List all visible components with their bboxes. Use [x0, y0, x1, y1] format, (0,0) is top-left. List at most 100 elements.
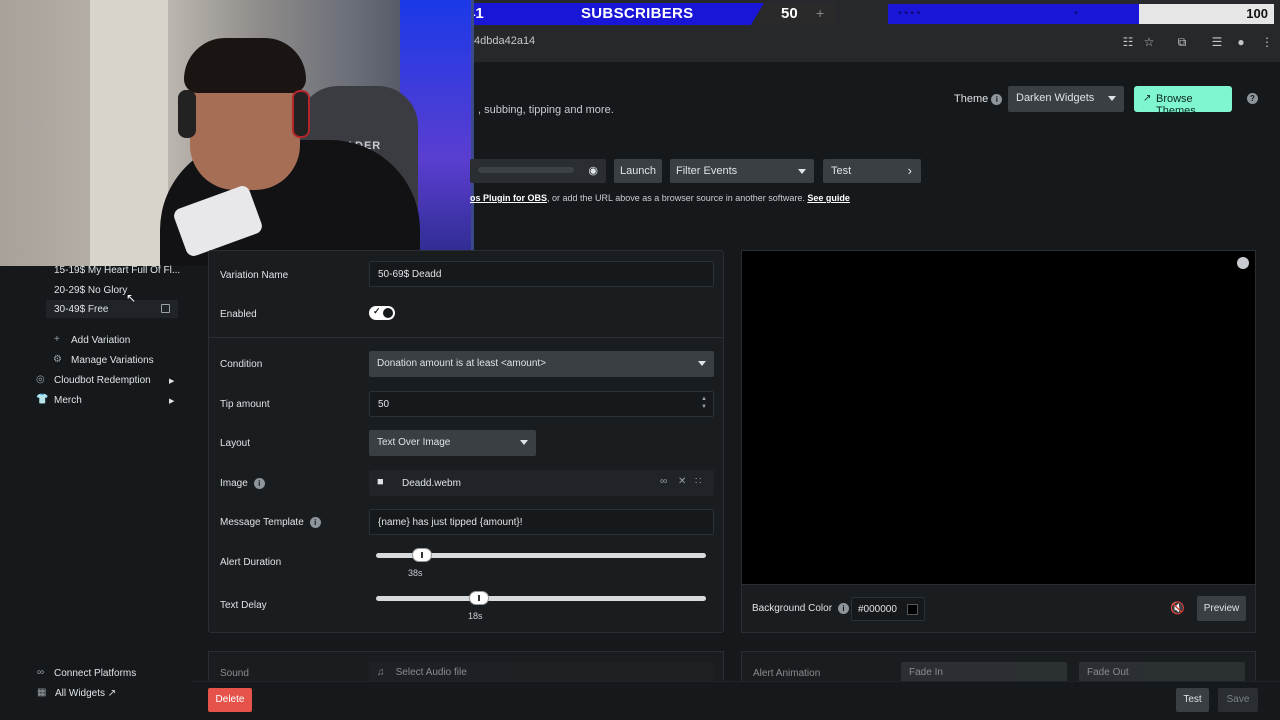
- see-guide-link[interactable]: See guide: [807, 193, 850, 203]
- add-variation-link[interactable]: Add Variation: [71, 335, 130, 346]
- image-label: Image i: [220, 478, 265, 489]
- condition-label: Condition: [220, 359, 263, 370]
- all-widgets-link[interactable]: All Widgets ↗: [55, 688, 116, 699]
- info-icon[interactable]: i: [309, 517, 321, 528]
- layout-select[interactable]: Text Over Image: [369, 430, 536, 456]
- obs-plugin-link[interactable]: os Plugin for OBS: [470, 193, 547, 203]
- toggle-knob: [383, 308, 393, 318]
- background-color-value: #000000: [858, 604, 897, 615]
- donation-goal-target: 100: [1246, 6, 1268, 21]
- alert-duration-slider[interactable]: [376, 549, 706, 561]
- tip-amount-input[interactable]: 50 ▲ ▼: [369, 391, 714, 417]
- variation-item-1[interactable]: 15-19$ My Heart Full Of Fl...: [54, 265, 180, 276]
- text-delay-slider[interactable]: [376, 592, 706, 604]
- test-dropdown-button[interactable]: Test ›: [823, 159, 921, 183]
- preview-settings-icon[interactable]: [1237, 257, 1249, 269]
- file-icon: ■: [377, 476, 384, 488]
- enabled-toggle[interactable]: ✓: [369, 306, 395, 320]
- browse-themes-label: Browse Themes: [1156, 93, 1196, 117]
- launch-button[interactable]: Launch: [614, 159, 662, 183]
- theme-label: Theme i: [954, 93, 1003, 105]
- background-color-label: Background Color i: [752, 603, 850, 614]
- all-widgets-label: All Widgets: [55, 688, 106, 699]
- chevron-down-icon: [520, 440, 528, 445]
- color-swatch[interactable]: [907, 604, 918, 615]
- variation-item-2[interactable]: 20-29$ No Glory: [54, 285, 127, 296]
- duplicate-icon[interactable]: [161, 304, 170, 313]
- chevron-down-icon: [798, 169, 806, 174]
- layout-label: Layout: [220, 438, 251, 449]
- obs-guide-body: , or add the URL above as a browser sour…: [547, 193, 805, 203]
- variation-settings-panel: Variation Name 50-69$ Deadd Enabled ✓ Co…: [208, 250, 724, 633]
- browser-menu-icon[interactable]: ⋮: [1259, 34, 1275, 50]
- message-template-label-text: Message Template: [220, 517, 304, 529]
- address-bar[interactable]: 4dbda42a14: [466, 30, 1280, 54]
- extensions-icon[interactable]: ⧉: [1174, 34, 1190, 50]
- streamer-hair: [184, 38, 306, 93]
- alert-animation-label: Alert Animation: [753, 668, 821, 679]
- cloudbot-icon: ◎: [36, 374, 45, 385]
- caret-right-icon: ▶: [169, 398, 175, 405]
- donation-goal-fill: [888, 4, 1139, 24]
- music-icon: ♫: [377, 667, 385, 678]
- manage-variations-link[interactable]: Manage Variations: [71, 355, 154, 366]
- chevron-down-icon: [698, 361, 706, 366]
- subscriber-goal-bar: 41 SUBSCRIBERS 50 +: [436, 3, 836, 25]
- browse-themes-button[interactable]: ↗ Browse Themes: [1134, 86, 1232, 117]
- preview-controls: Background Color i #000000 🔇 Preview: [741, 585, 1256, 633]
- theme-info-icon[interactable]: i: [991, 94, 1003, 105]
- eye-icon[interactable]: ◉: [588, 164, 598, 177]
- external-link-icon: ↗: [1143, 93, 1152, 104]
- connect-platforms-link[interactable]: Connect Platforms: [54, 668, 136, 679]
- stepper-arrows-icon[interactable]: ▲ ▼: [701, 395, 707, 411]
- theme-select[interactable]: Darken Widgets: [1008, 86, 1124, 112]
- test-label: Test: [831, 165, 852, 177]
- headphone-right: [292, 90, 310, 138]
- preview-button[interactable]: Preview: [1197, 596, 1246, 621]
- sound-label: Sound: [220, 668, 249, 679]
- image-file-field[interactable]: ■ Deadd.webm ∞ ✕ ∷: [369, 470, 714, 496]
- variation-name-input[interactable]: 50-69$ Deadd: [369, 261, 714, 287]
- filter-events-select[interactable]: Filter Events: [670, 159, 814, 183]
- close-icon[interactable]: ✕: [678, 476, 686, 487]
- headphone-left: [178, 90, 196, 138]
- fade-out-select[interactable]: Fade Out: [1079, 662, 1245, 681]
- sidebar-item-merch[interactable]: Merch: [54, 395, 82, 406]
- fade-in-select[interactable]: Fade In: [901, 662, 1067, 681]
- donation-goal-glyph-left: • • • •: [898, 8, 921, 19]
- drag-handle-icon[interactable]: ∷: [695, 476, 701, 487]
- translate-icon[interactable]: ☷: [1120, 34, 1136, 50]
- bookmark-star-icon[interactable]: ☆: [1141, 34, 1157, 50]
- subscriber-plus-icon: +: [816, 5, 825, 21]
- variation-item-3[interactable]: 30-49$ Free: [54, 304, 108, 315]
- webcam-door: [90, 0, 168, 266]
- save-button[interactable]: Save: [1218, 688, 1258, 712]
- profile-avatar-icon[interactable]: ●: [1233, 34, 1249, 50]
- sound-section: Sound ♫ Select Audio file: [208, 651, 724, 681]
- chevron-down-icon: [1108, 96, 1116, 101]
- subscriber-goal-label: SUBSCRIBERS: [581, 5, 694, 22]
- delete-button[interactable]: Delete: [208, 688, 252, 712]
- mouse-cursor-icon: ↖: [126, 291, 137, 305]
- widget-url-field[interactable]: ◉: [470, 159, 606, 183]
- check-icon: ✓: [373, 306, 381, 316]
- help-icon[interactable]: ?: [1247, 93, 1258, 104]
- message-template-label: Message Template i: [220, 517, 321, 528]
- text-delay-slider-thumb[interactable]: [469, 592, 488, 604]
- sidebar-item-cloudbot-redemption[interactable]: Cloudbot Redemption: [54, 375, 151, 386]
- mute-icon[interactable]: 🔇: [1170, 601, 1185, 615]
- enabled-label: Enabled: [220, 309, 257, 320]
- chevron-right-icon: ›: [907, 163, 912, 178]
- info-icon[interactable]: i: [838, 603, 850, 614]
- alert-duration-label: Alert Duration: [220, 557, 282, 568]
- background-color-input[interactable]: #000000: [851, 597, 925, 621]
- sound-file-field[interactable]: ♫ Select Audio file: [369, 662, 714, 681]
- message-template-input[interactable]: {name} has just tipped {amount}!: [369, 509, 714, 535]
- text-delay-label: Text Delay: [220, 600, 267, 611]
- link-icon[interactable]: ∞: [660, 476, 667, 487]
- test-button[interactable]: Test: [1176, 688, 1209, 712]
- info-icon[interactable]: i: [253, 478, 265, 489]
- media-queue-icon[interactable]: ☰: [1209, 34, 1225, 50]
- condition-select[interactable]: Donation amount is at least <amount>: [369, 351, 714, 377]
- alert-duration-slider-thumb[interactable]: [413, 549, 432, 561]
